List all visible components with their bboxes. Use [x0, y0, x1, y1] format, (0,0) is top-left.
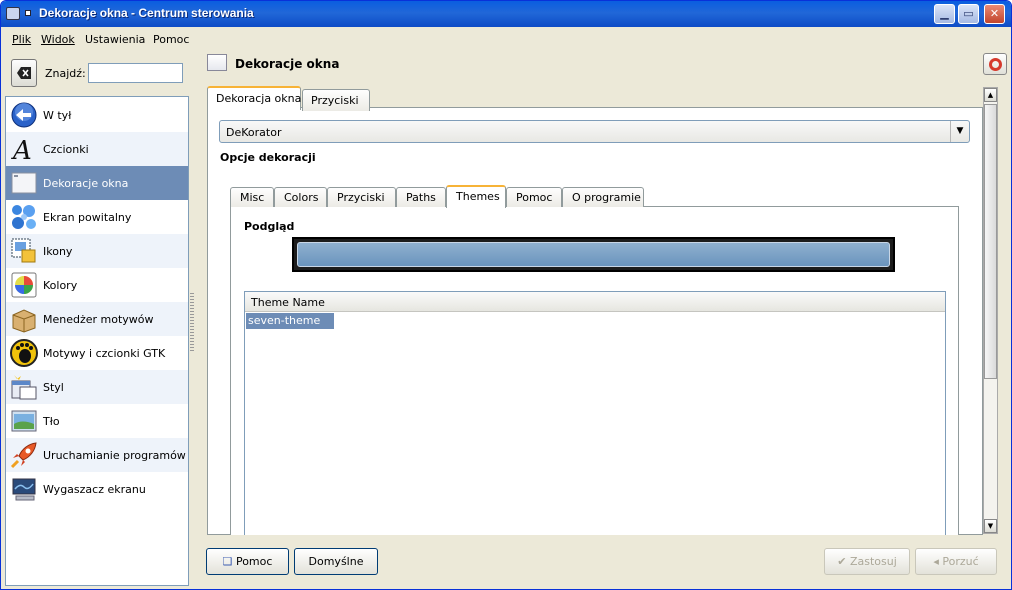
window-decoration-icon: [207, 54, 227, 71]
font-icon: A: [11, 136, 32, 163]
gnome-foot-icon: [10, 339, 38, 367]
colors-icon: [11, 272, 37, 298]
sidebar-item-style[interactable]: Styl: [6, 370, 188, 404]
options-label: Opcje dekoracji: [220, 151, 316, 164]
back-arrow-icon: [11, 102, 37, 128]
checkmark-icon: ✔: [837, 555, 847, 568]
sidebar-item-icons[interactable]: Ikony: [6, 234, 188, 268]
sidebar-item-theme-manager[interactable]: Menedżer motywów: [6, 302, 188, 336]
sidebar-item-label: Ekran powitalny: [43, 211, 132, 224]
back-small-icon: ◂: [933, 555, 939, 568]
chevron-down-icon[interactable]: ▼: [950, 121, 969, 142]
tab-inner-buttons[interactable]: Przyciski: [327, 187, 396, 207]
screensaver-icon: [12, 478, 36, 501]
menu-widok[interactable]: Widok: [41, 33, 75, 46]
tab-themes[interactable]: Themes: [446, 185, 506, 208]
icons-icon: [11, 238, 36, 263]
sidebar-item-label: Ikony: [43, 245, 73, 258]
lifebuoy-icon: [989, 58, 1002, 71]
minimize-button[interactable]: ▁: [934, 4, 955, 24]
discard-button[interactable]: ◂ Porzuć: [915, 548, 997, 575]
decoration-preview: [292, 237, 895, 272]
sidebar-item-window-decorations[interactable]: Dekoracje okna: [6, 166, 188, 200]
style-icon: [11, 375, 37, 400]
rocket-icon: [10, 442, 37, 469]
help-button[interactable]: [983, 53, 1007, 75]
sidebar-item-background[interactable]: Tło: [6, 404, 188, 438]
sidebar-item-label: Uruchamianie programów: [43, 449, 186, 462]
window-decoration-icon: [11, 172, 37, 194]
tab-colors[interactable]: Colors: [274, 187, 327, 207]
sidebar-item-screensaver[interactable]: Wygaszacz ekranu: [6, 472, 188, 506]
list-item-label: seven-theme: [248, 314, 321, 327]
sidebar: W tył A Czcionki Dekoracje okna Ekran po…: [5, 96, 189, 586]
sidebar-item-label: Dekoracje okna: [43, 177, 129, 190]
sidebar-item-fonts[interactable]: A Czcionki: [6, 132, 188, 166]
sidebar-item-back[interactable]: W tył: [6, 98, 188, 132]
window-title: Dekoracje okna - Centrum sterowania: [39, 6, 254, 20]
tab-window-decoration[interactable]: Dekoracja okna: [207, 86, 301, 110]
tab-misc[interactable]: Misc: [230, 187, 274, 207]
sidebar-item-label: Styl: [43, 381, 64, 394]
apply-button-label: Zastosuj: [849, 555, 897, 568]
search-label: Znajdź:: [45, 67, 86, 80]
book-icon: ❑: [222, 555, 233, 568]
sidebar-item-launch[interactable]: Uruchamianie programów: [6, 438, 188, 472]
sidebar-item-colors[interactable]: Kolory: [6, 268, 188, 302]
theme-manager-box-icon: [12, 309, 36, 333]
sidebar-item-label: Kolory: [43, 279, 78, 292]
clear-search-button[interactable]: [11, 59, 37, 87]
help-bottom-button[interactable]: ❑ Pomoc: [206, 548, 289, 575]
splash-bubbles-icon: [12, 205, 36, 229]
defaults-button[interactable]: Domyślne: [294, 548, 378, 575]
tab-about[interactable]: O programie: [562, 187, 644, 207]
sidebar-item-splash[interactable]: Ekran powitalny: [6, 200, 188, 234]
decorator-select[interactable]: DeKorator ▼: [219, 120, 970, 143]
app-window: Dekoracje okna - Centrum sterowania ▁ ▭ …: [0, 0, 1012, 590]
sidebar-item-label: Wygaszacz ekranu: [43, 483, 146, 496]
preview-titlebar: [297, 242, 890, 267]
apply-button[interactable]: ✔ Zastosuj: [824, 548, 910, 575]
scroll-down-button[interactable]: ▼: [984, 519, 997, 533]
preview-label: Podgląd: [244, 220, 295, 233]
sidebar-item-label: Motywy i czcionki GTK: [43, 347, 166, 360]
maximize-button[interactable]: ▭: [958, 4, 979, 24]
close-button[interactable]: ✕: [984, 4, 1005, 24]
column-header-label: Theme Name: [251, 296, 325, 309]
background-icon: [11, 410, 37, 432]
menu-ustawienia[interactable]: Ustawienia: [85, 33, 145, 46]
splitter-handle[interactable]: [190, 291, 194, 351]
sidebar-item-label: Menedżer motywów: [43, 313, 154, 326]
decorator-value: DeKorator: [226, 126, 282, 139]
sidebar-item-label: Tło: [43, 415, 60, 428]
menu-plik[interactable]: Plik: [12, 33, 31, 46]
theme-list[interactable]: Theme Name seven-theme: [244, 291, 946, 535]
search-input[interactable]: [88, 63, 183, 83]
tab-paths[interactable]: Paths: [396, 187, 446, 207]
scroll-up-button[interactable]: ▲: [984, 88, 997, 102]
sidebar-item-label: Czcionki: [43, 143, 89, 156]
menu-bar: Plik Widok Ustawienia Pomoc: [1, 28, 1011, 50]
vertical-scrollbar[interactable]: ▲ ▼: [983, 87, 998, 534]
column-header[interactable]: Theme Name: [245, 292, 945, 312]
page-title: Dekoracje okna: [235, 57, 340, 71]
help-button-label: Pomoc: [235, 555, 273, 568]
window-menu-icon[interactable]: [6, 7, 20, 20]
discard-button-label: Porzuć: [942, 555, 979, 568]
sticky-pin-icon[interactable]: [25, 10, 31, 16]
menu-pomoc[interactable]: Pomoc: [153, 33, 189, 46]
list-item[interactable]: seven-theme: [246, 313, 334, 329]
sidebar-item-gtk[interactable]: Motywy i czcionki GTK: [6, 336, 188, 370]
sidebar-item-label: W tył: [43, 109, 72, 122]
title-bar: Dekoracje okna - Centrum sterowania ▁ ▭ …: [1, 1, 1011, 27]
svg-text:A: A: [11, 136, 32, 163]
scroll-thumb[interactable]: [984, 104, 997, 379]
tab-buttons[interactable]: Przyciski: [302, 89, 370, 111]
defaults-button-label: Domyślne: [308, 555, 364, 568]
tab-help[interactable]: Pomoc: [506, 187, 562, 207]
clear-left-icon: [17, 67, 31, 79]
